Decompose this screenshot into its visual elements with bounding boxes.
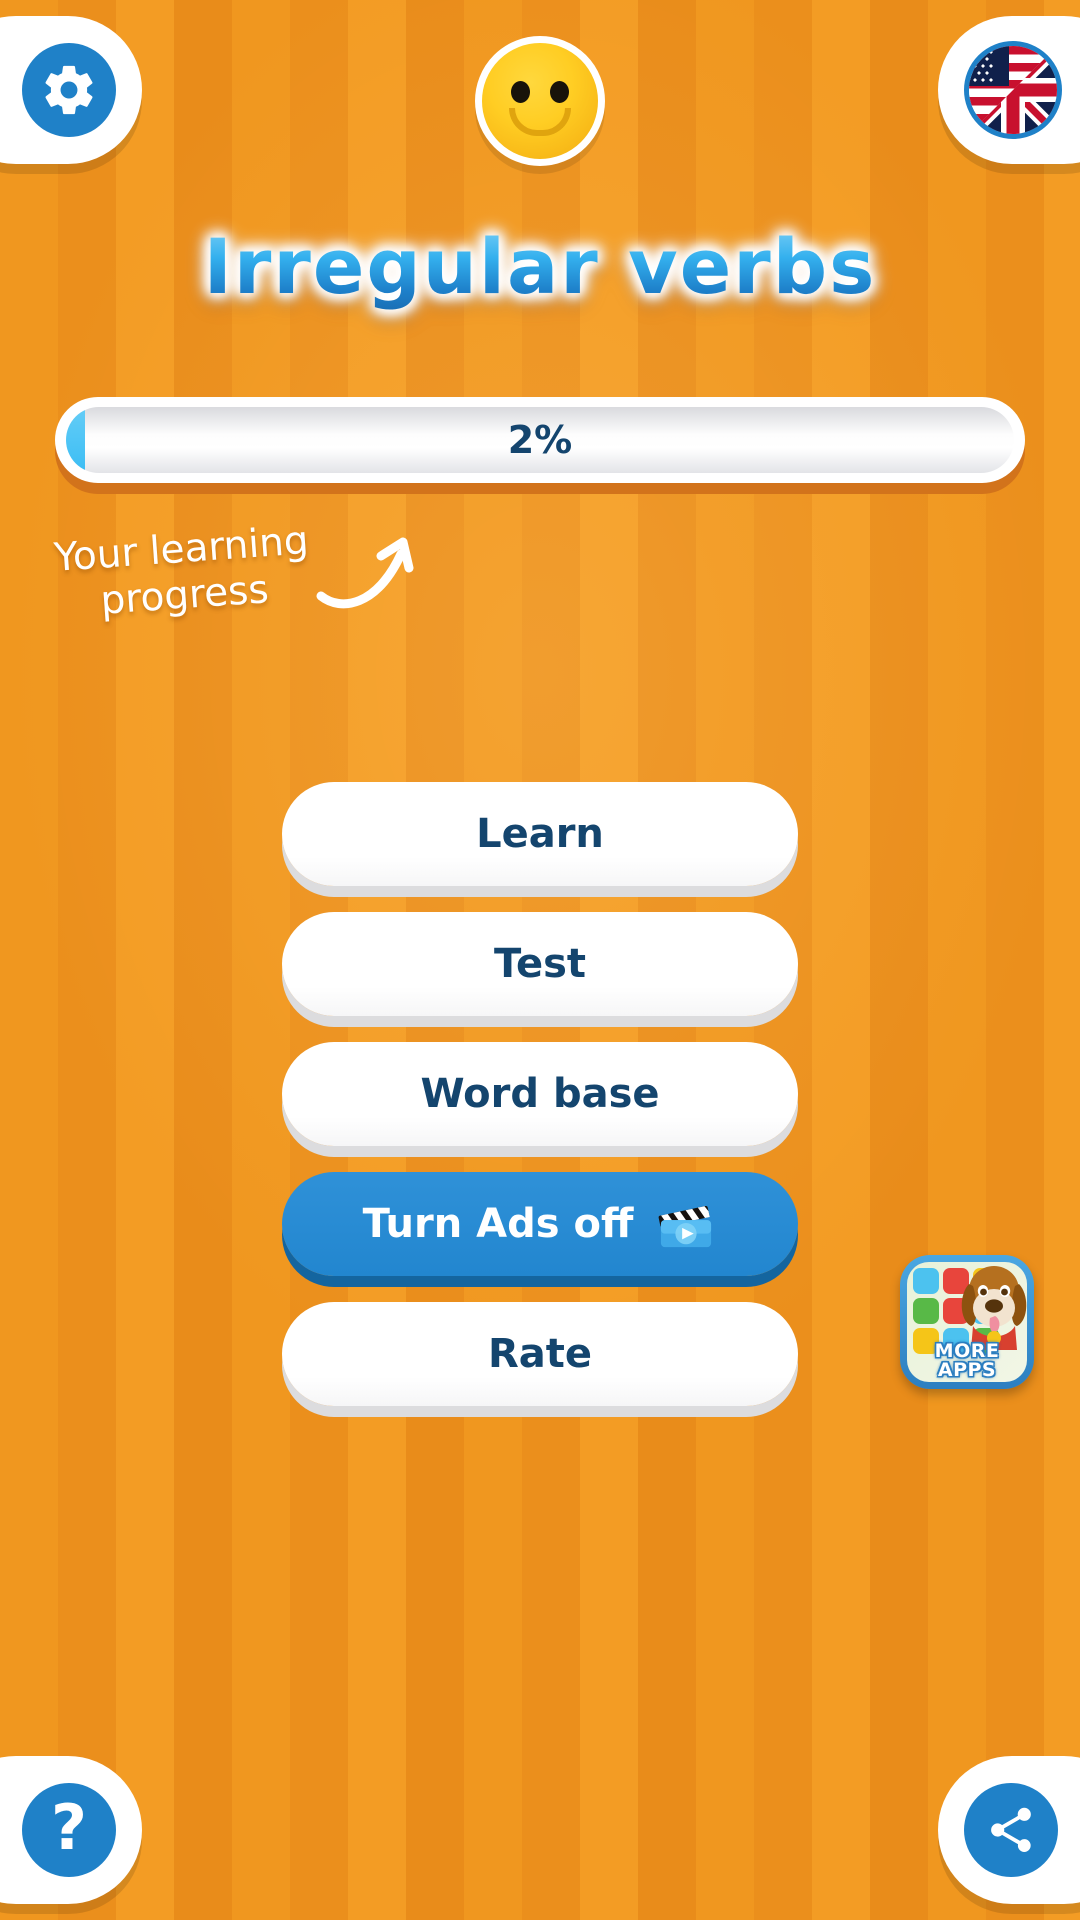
menu-button-label: Learn [476,811,604,857]
menu-button-label: Word base [420,1071,660,1117]
smiley-face-icon [475,36,605,166]
share-button[interactable] [938,1756,1080,1904]
menu-button-label: Test [493,941,587,987]
help-button[interactable]: ? [0,1756,142,1904]
us-uk-flag-icon [964,41,1062,139]
mascot-button[interactable] [475,36,605,166]
menu-button-turn-ads-off[interactable]: Turn Ads off [282,1172,798,1276]
gear-icon [22,43,116,137]
smiley-mouth [509,108,571,136]
more-apps-button[interactable]: MORE APPS [900,1255,1034,1389]
more-apps-label: MORE APPS [907,1342,1027,1380]
smiley-eye-right [550,81,569,103]
language-button[interactable] [938,16,1080,164]
menu-button-learn[interactable]: Learn [282,782,798,886]
progress-bar: 2% [55,397,1025,483]
page-title: Irregular verbs [0,222,1080,311]
progress-hint-text: Your learning progress [45,518,321,628]
share-icon [964,1783,1058,1877]
menu-button-rate[interactable]: Rate [282,1302,798,1406]
settings-button[interactable] [0,16,142,164]
video-clapperboard-icon [658,1205,712,1248]
more-apps-artwork: MORE APPS [907,1262,1027,1382]
question-mark-icon: ? [22,1783,116,1877]
more-apps-line-2: APPS [937,1359,997,1381]
curved-arrow-up-icon [316,537,414,609]
menu-button-word-base[interactable]: Word base [282,1042,798,1146]
help-label: ? [51,1791,87,1864]
menu-button-label: Rate [487,1331,593,1377]
progress-percent-label: 2% [507,418,573,462]
menu-button-label: Turn Ads off [362,1201,634,1247]
dog-mascot-icon [961,1266,1027,1350]
progress-track: 2% [66,407,1014,473]
smiley-eye-left [511,81,530,103]
menu-button-test[interactable]: Test [282,912,798,1016]
